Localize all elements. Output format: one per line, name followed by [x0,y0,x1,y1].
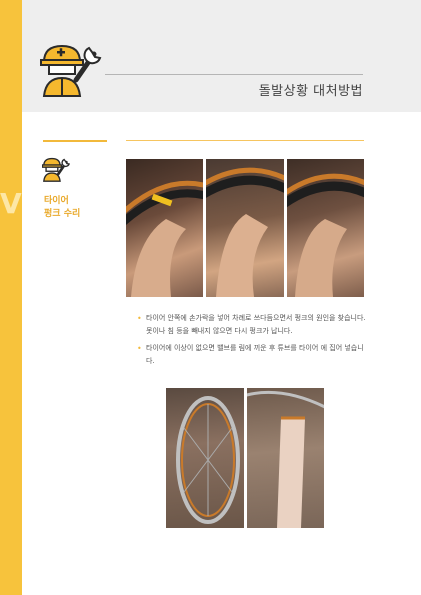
photo-tube-into-tire [287,159,364,297]
instruction-item: • 타이어에 이상이 없으면 밸브를 림에 끼운 후 튜브를 타이어 에 집어 … [137,342,367,368]
left-accent-strip [0,0,22,595]
instruction-text: 타이어에 이상이 없으면 밸브를 림에 끼운 후 튜브를 타이어 에 집어 넣습… [146,344,364,365]
instruction-list: • 타이어 안쪽에 손가락을 넣어 차례로 쓰다듬으면서 펑크의 원인을 찾습니… [137,312,367,372]
photo-wheel-rim [166,388,244,528]
sidebar-panel [22,112,112,595]
instruction-item: • 타이어 안쪽에 손가락을 넣어 차례로 쓰다듬으면서 펑크의 원인을 찾습니… [137,312,367,338]
photo-inspecting-tire-inner [206,159,284,297]
header-divider-line [105,74,363,75]
photo-tube-valve [247,388,324,528]
mechanic-small-icon [42,157,70,182]
section-title-line-2: 펑크 수리 [44,209,81,219]
section-title: 타이어 펑크 수리 [44,195,80,221]
section-title-line-1: 타이어 [44,196,69,206]
instruction-text: 타이어 안쪽에 손가락을 넣어 차례로 쓰다듬으면서 펑크의 원인을 찾습니다.… [146,314,366,335]
photo-finger-checking-tire [126,159,203,297]
sidebar-accent-line [43,140,107,142]
bullet-dot-icon: • [137,314,142,323]
content-divider-line [126,140,364,141]
watermark-text: Vi [0,190,22,220]
bullet-dot-icon: • [137,344,142,353]
page-title: 돌발상황 대처방법 [258,84,363,99]
mechanic-with-wrench-icon [40,44,102,97]
